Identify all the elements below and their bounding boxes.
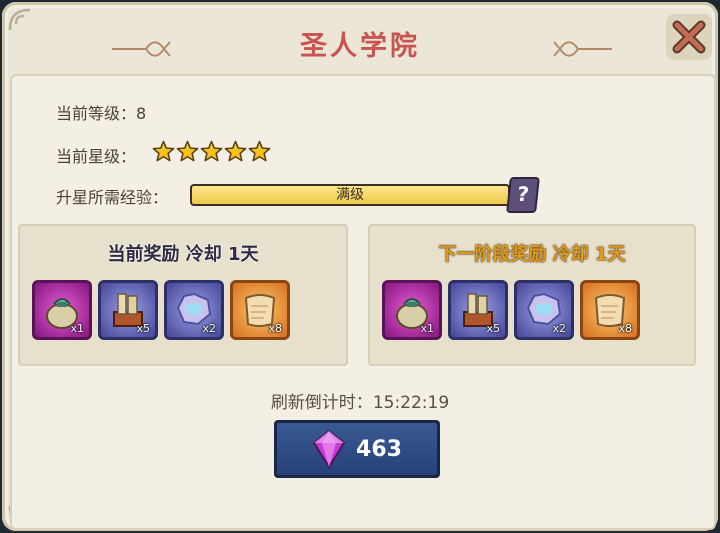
gem-cost: 463 — [356, 436, 402, 462]
item-quantity: x2 — [202, 322, 216, 335]
reward-item[interactable]: x1 — [382, 280, 442, 340]
item-quantity: x5 — [136, 322, 150, 335]
item-quantity: x8 — [268, 322, 282, 335]
title-bar: 圣人学院 — [2, 14, 718, 68]
star-icon — [200, 140, 223, 162]
star-rating — [152, 140, 271, 163]
level-line: 当前等级：8 — [56, 100, 146, 124]
reward-item[interactable]: x5 — [448, 280, 508, 340]
refresh-label: 刷新倒计时： — [270, 393, 373, 413]
gem-icon — [312, 429, 346, 469]
gem-purchase-button[interactable]: 463 — [274, 420, 440, 478]
reward-item[interactable]: x1 — [32, 280, 92, 340]
next-reward-box: 下一阶段奖励 冷却 1天 x1 x5 x2 x8 — [368, 224, 696, 366]
next-reward-title: 下一阶段奖励 冷却 1天 — [438, 244, 626, 265]
refresh-time: 15:22:19 — [372, 393, 450, 413]
xp-label: 升星所需经验： — [56, 188, 169, 207]
level-label: 当前等级： — [56, 104, 137, 123]
star-icon — [176, 140, 199, 162]
reward-item[interactable]: x8 — [580, 280, 640, 340]
right-ornament-icon — [553, 41, 612, 57]
corner-ornament-icon — [8, 8, 31, 31]
star-label: 当前星级： — [56, 147, 137, 166]
reward-item[interactable]: x5 — [98, 280, 158, 340]
current-reward-title: 当前奖励 冷却 1天 — [107, 244, 259, 265]
star-icon — [224, 140, 247, 162]
item-quantity: x5 — [486, 322, 500, 335]
reward-item[interactable]: x8 — [230, 280, 290, 340]
dialog-panel: 圣人学院 当前等级：8 当前星级： 升星所需经验： 满级 ? 当前奖励 冷却 1… — [2, 2, 718, 531]
xp-bar-text: 满级 — [336, 187, 364, 203]
level-value: 8 — [136, 104, 147, 123]
close-button[interactable] — [666, 14, 712, 60]
current-reward-items: x1 x5 x2 x8 — [32, 280, 290, 340]
close-x-icon — [672, 20, 706, 54]
star-icon — [248, 140, 271, 162]
next-reward-items: x1 x5 x2 x8 — [382, 280, 640, 340]
item-quantity: x1 — [70, 322, 84, 335]
item-quantity: x2 — [552, 322, 566, 335]
item-quantity: x1 — [420, 322, 434, 335]
star-icon — [152, 140, 175, 162]
help-button[interactable]: ? — [506, 177, 540, 213]
reward-item[interactable]: x2 — [164, 280, 224, 340]
item-quantity: x8 — [618, 322, 632, 335]
xp-progress-bar: 满级 — [190, 184, 510, 206]
refresh-countdown: 刷新倒计时：15:22:19 — [2, 388, 718, 413]
reward-item[interactable]: x2 — [514, 280, 574, 340]
current-reward-box: 当前奖励 冷却 1天 x1 x5 x2 x8 — [18, 224, 348, 366]
